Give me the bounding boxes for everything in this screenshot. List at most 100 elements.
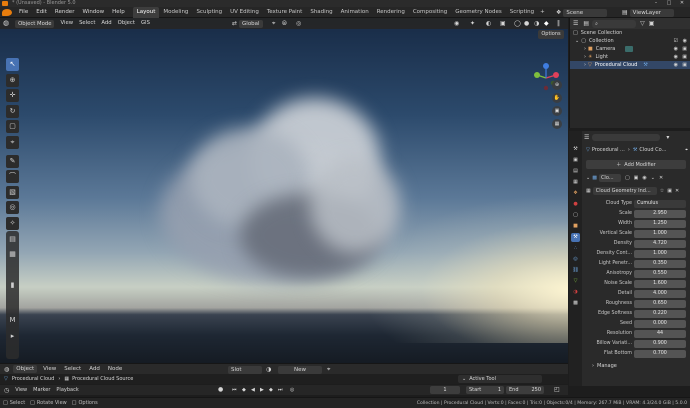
collapse-header-icon[interactable]: ‖ — [557, 18, 560, 29]
expand-arrow-icon[interactable]: ⌄ — [575, 37, 579, 45]
outliner-editor-icon[interactable]: ☰ — [573, 20, 578, 27]
prev-keyframe-icon[interactable]: ◆ — [242, 385, 246, 395]
duplicate-icon[interactable]: ▣ — [667, 188, 672, 194]
tab-texture-paint[interactable]: Texture Paint — [263, 7, 307, 18]
end-frame-field[interactable]: End 250 — [506, 386, 544, 394]
outliner-row-scene-collection[interactable]: □ Scene Collection — [570, 29, 690, 37]
add-modifier-button[interactable]: ＋ Add Modifier — [586, 160, 686, 169]
vp-menu-gis[interactable]: GIS — [138, 18, 153, 29]
manage-panel-header[interactable]: › Manage — [592, 361, 617, 370]
scale-tool-icon[interactable]: ▢ — [6, 120, 19, 133]
outliner-search-input[interactable]: ⌕ — [592, 19, 637, 28]
tab-animation[interactable]: Animation — [337, 7, 373, 18]
jump-start-icon[interactable]: ⏮ — [232, 385, 237, 395]
param-value-field[interactable]: 0.550 — [634, 269, 686, 278]
param-value-field[interactable]: 0.220 — [634, 309, 686, 318]
3d-viewport[interactable]: ◍ Object Mode View Select Add Object GIS… — [0, 18, 568, 363]
pivot-icon[interactable]: ⌖ — [272, 18, 275, 29]
blender-menu-icon[interactable] — [2, 8, 12, 16]
jump-end-icon[interactable]: ⏭ — [278, 385, 283, 395]
tab-geometry-nodes[interactable]: Geometry Nodes — [451, 7, 505, 18]
edit-mode-toggle-icon[interactable]: ▢ — [625, 175, 630, 181]
rotate-tool-icon[interactable]: ↻ — [6, 104, 19, 118]
extra-tool-icon[interactable]: ✧ — [6, 216, 19, 230]
pin-icon[interactable]: ▾ — [666, 134, 669, 141]
data-tab-icon[interactable]: ▽ — [571, 277, 580, 286]
collapse-arrow-icon[interactable]: › — [584, 53, 586, 61]
gizmo-toggle-icon[interactable]: ✦ — [470, 18, 475, 29]
menu-file[interactable]: File — [15, 7, 32, 18]
param-value-field[interactable]: 0.350 — [634, 259, 686, 268]
menu-window[interactable]: Window — [78, 7, 108, 18]
perspective-toggle-icon[interactable]: ▦ — [552, 119, 562, 129]
filter-icon[interactable]: ▽ — [640, 20, 645, 27]
shading-solid-icon[interactable]: ● — [524, 18, 529, 29]
modifier-name-field[interactable]: Clo... — [598, 173, 621, 182]
tool-tab-icon[interactable]: ⚒ — [571, 145, 580, 154]
render-tab-icon[interactable]: ▣ — [571, 156, 580, 165]
tab-layout[interactable]: Layout — [132, 6, 160, 18]
active-tool-panel[interactable]: ⌄ Active Tool — [458, 375, 542, 383]
param-value-field[interactable]: 4.000 — [634, 289, 686, 298]
move-tool-icon[interactable]: ✛ — [6, 89, 19, 102]
editor-type-icon[interactable]: ◍ — [0, 18, 12, 29]
texture-tool-icon[interactable]: ▦ — [6, 248, 19, 261]
texture-tab-icon[interactable]: ▩ — [571, 299, 580, 308]
param-value-field[interactable]: 44 — [634, 329, 686, 338]
modifier-remove-icon[interactable]: ✕ — [659, 175, 663, 181]
tab-rendering[interactable]: Rendering — [373, 7, 409, 18]
image-tool-icon[interactable]: ▤ — [6, 233, 19, 246]
cloud-render-icon[interactable]: ▣ — [682, 61, 687, 69]
param-value-field[interactable]: 0.000 — [634, 319, 686, 328]
minimize-icon[interactable]: – — [650, 0, 662, 7]
object-tab-icon[interactable]: ■ — [571, 222, 580, 231]
add-workspace-icon[interactable]: + — [538, 7, 547, 18]
visibility-icon[interactable]: ◉ — [454, 18, 459, 29]
pb-menu-view[interactable]: View — [15, 387, 27, 393]
outliner-row-procedural-cloud[interactable]: › ▽ Procedural Cloud ⚒ ◉ ▣ — [570, 61, 690, 69]
light-render-icon[interactable]: ▣ — [682, 53, 687, 61]
collection-checkbox-icon[interactable]: ☑ — [674, 37, 678, 45]
slot-dropdown[interactable]: Slot — [228, 365, 262, 374]
render-toggle-icon[interactable]: ◉ — [642, 175, 646, 181]
add-object-tool-icon[interactable]: ◎ — [6, 201, 19, 214]
param-value-field[interactable]: 1.250 — [634, 219, 686, 228]
unlink-icon[interactable]: ✕ — [675, 188, 679, 194]
shading-wire-icon[interactable]: ◯ — [514, 18, 521, 29]
view-layer-name[interactable]: ViewLayer — [629, 8, 674, 17]
mode-dropdown[interactable]: Object Mode — [12, 19, 57, 28]
constraints-tab-icon[interactable]: ⛓ — [571, 266, 580, 275]
next-keyframe-icon[interactable]: ◆ — [269, 385, 273, 395]
options-button[interactable]: Options — [538, 30, 564, 39]
transform-orientation[interactable]: ⇄ Global — [232, 19, 263, 28]
start-frame-field[interactable]: Start 1 — [466, 386, 504, 394]
xray-icon[interactable]: ▣ — [500, 18, 506, 29]
menu-help[interactable]: Help — [108, 7, 129, 18]
keying-icon[interactable]: ◎ — [290, 385, 294, 395]
world-tab-icon[interactable]: ● — [571, 200, 580, 209]
orientation-label[interactable]: Global — [239, 19, 263, 28]
tab-sculpting[interactable]: Sculpting — [192, 7, 226, 18]
param-value-field[interactable]: 0.650 — [634, 299, 686, 308]
tab-modeling[interactable]: Modeling — [159, 7, 192, 18]
param-value-field[interactable]: 1.000 — [634, 229, 686, 238]
param-value-field[interactable]: 0.900 — [634, 339, 686, 348]
param-value-field[interactable]: 2.950 — [634, 209, 686, 218]
new-button[interactable]: New — [278, 365, 322, 374]
display-mode-icon[interactable]: ▤ — [583, 20, 589, 27]
tl-menu-add[interactable]: Add — [89, 366, 100, 372]
collection-tab-icon[interactable]: ▢ — [571, 211, 580, 220]
menu-render[interactable]: Render — [51, 7, 79, 18]
mode-label[interactable]: Object Mode — [15, 19, 55, 28]
scene-tab-icon[interactable]: ❖ — [571, 189, 580, 198]
play-icon[interactable]: ▶ — [260, 385, 264, 395]
proportional-edit-icon[interactable]: ◎ — [296, 18, 301, 29]
outliner-row-camera[interactable]: › ■ Camera ◉ ▣ — [570, 45, 690, 53]
play-tool-icon[interactable]: ▸ — [6, 330, 19, 343]
scrub-icon[interactable]: ◰ — [554, 385, 560, 395]
collapse-arrow-icon[interactable]: › — [584, 45, 586, 53]
pb-menu-marker[interactable]: Marker — [33, 387, 50, 393]
properties-editor-icon[interactable]: ☰ — [584, 134, 589, 141]
vp-menu-add[interactable]: Add — [98, 18, 114, 29]
param-value-field[interactable]: 1.600 — [634, 279, 686, 288]
